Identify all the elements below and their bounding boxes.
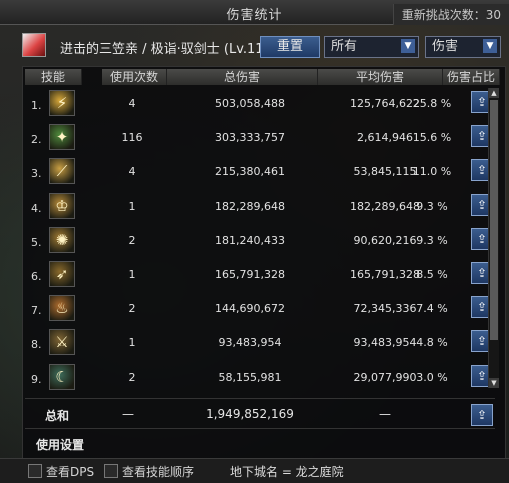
filter-select-value: 所有 bbox=[331, 39, 358, 54]
row-index: 8. bbox=[31, 338, 42, 352]
dungeon-name: 地下城名 = 龙之庭院 bbox=[230, 465, 344, 479]
sword-slash-icon: ⚡ bbox=[49, 90, 75, 116]
use-settings-label: 使用设置 bbox=[36, 438, 85, 452]
row-total-damage: 58,155,981 bbox=[218, 370, 282, 384]
divider bbox=[25, 428, 495, 429]
spin-blade-icon: ✺ bbox=[49, 226, 75, 253]
sword-icon: ⚔ bbox=[49, 329, 75, 356]
column-header-uses: 使用次数 bbox=[102, 69, 167, 85]
row-total-damage: 303,333,757 bbox=[215, 131, 285, 145]
check-dps-label: 查看DPS bbox=[46, 465, 95, 479]
chevron-down-icon: ▼ bbox=[401, 39, 415, 53]
row-uses: 2 bbox=[128, 302, 136, 316]
row-index: 9. bbox=[31, 372, 42, 386]
check-dps-checkbox[interactable] bbox=[28, 464, 42, 478]
table-row: 9. ☾ 2 58,155,981 29,077,990 3.0 % ⇪ bbox=[25, 362, 495, 398]
row-total-damage: 182,289,648 bbox=[215, 199, 285, 213]
blade-rain-icon: ⟋ bbox=[49, 158, 75, 185]
table-row: 6. ➶ 1 165,791,328 165,791,328 8.5 % ⇪ bbox=[25, 259, 495, 295]
rune-icon: ✦ bbox=[49, 124, 75, 151]
column-header-skill: 技能 bbox=[25, 69, 82, 85]
row-index: 6. bbox=[31, 270, 42, 283]
share-icon[interactable]: ⇪ bbox=[471, 404, 493, 426]
row-total-damage: 503,058,488 bbox=[215, 97, 285, 110]
row-uses: 4 bbox=[128, 97, 136, 110]
totals-avg: — bbox=[379, 407, 391, 421]
row-uses: 1 bbox=[128, 336, 136, 350]
row-index: 1. bbox=[31, 99, 42, 112]
row-uses: 2 bbox=[128, 233, 136, 247]
row-uses: 1 bbox=[128, 268, 136, 281]
crescent-icon: ☾ bbox=[49, 363, 75, 390]
table-header: 技能 使用次数 总伤害 平均伤害 伤害占比 bbox=[25, 69, 500, 85]
row-total-damage: 165,791,328 bbox=[215, 268, 285, 281]
row-total-damage: 93,483,954 bbox=[218, 336, 282, 350]
row-index: 4. bbox=[31, 201, 42, 215]
row-uses: 2 bbox=[128, 370, 136, 384]
row-total-damage: 215,380,461 bbox=[215, 165, 285, 179]
type-select-value: 伤害 bbox=[432, 39, 459, 54]
window-titlebar: 伤害统计 重新挑战次数：30 bbox=[0, 0, 509, 25]
table-row: 8. ⚔ 1 93,483,954 93,483,954 4.8 % ⇪ bbox=[25, 327, 495, 363]
type-select[interactable]: 伤害 ▼ bbox=[425, 36, 501, 58]
column-header-total: 总伤害 bbox=[167, 69, 318, 85]
row-index: 7. bbox=[31, 304, 42, 318]
table-row: 4. ♔ 1 182,289,648 182,289,648 9.3 % ⇪ bbox=[25, 191, 495, 227]
column-header-pct: 伤害占比 bbox=[443, 69, 500, 85]
chevron-down-icon: ▼ bbox=[483, 39, 497, 53]
row-index: 5. bbox=[31, 235, 42, 249]
row-uses: 116 bbox=[121, 131, 143, 145]
table-row: 5. ✺ 2 181,240,433 90,620,216 9.3 % ⇪ bbox=[25, 225, 495, 261]
row-total-damage: 181,240,433 bbox=[215, 233, 285, 247]
check-order-checkbox[interactable] bbox=[104, 464, 118, 478]
row-uses: 1 bbox=[128, 199, 136, 213]
row-index: 2. bbox=[31, 133, 42, 147]
check-order-label: 查看技能顺序 bbox=[122, 465, 195, 479]
totals-row: 总和 — 1,949,852,169 — ⇪ bbox=[25, 398, 495, 429]
row-index: 3. bbox=[31, 167, 42, 181]
bottom-bar: 查看DPS 查看技能顺序 地下城名 = 龙之庭院 bbox=[0, 458, 509, 483]
table-row: 3. ⟋ 4 215,380,461 53,845,115 11.0 % ⇪ bbox=[25, 156, 495, 192]
crown-blade-icon: ♔ bbox=[49, 192, 75, 219]
filter-select[interactable]: 所有 ▼ bbox=[324, 36, 419, 58]
table-row: 1. ⚡ 4 503,058,488 125,764,622 25.8 % ⇪ bbox=[25, 88, 495, 124]
totals-label: 总和 bbox=[45, 409, 70, 423]
thrust-icon: ➶ bbox=[49, 261, 75, 287]
reset-button[interactable]: 重置 bbox=[260, 36, 320, 58]
row-uses: 4 bbox=[128, 165, 136, 179]
column-header-avg: 平均伤害 bbox=[318, 69, 443, 85]
character-avatar bbox=[22, 33, 46, 57]
table-row: 2. ✦ 116 303,333,757 2,614,946 15.6 % ⇪ bbox=[25, 122, 495, 158]
flame-icon: ♨ bbox=[49, 295, 75, 322]
scrollbar[interactable]: ▲ ▼ bbox=[488, 88, 499, 388]
totals-uses: — bbox=[122, 407, 134, 421]
scroll-thumb[interactable] bbox=[490, 100, 498, 340]
table-row: 7. ♨ 2 144,690,672 72,345,336 7.4 % ⇪ bbox=[25, 293, 495, 329]
totals-total: 1,949,852,169 bbox=[206, 407, 294, 421]
retry-counter: 重新挑战次数：30 bbox=[392, 4, 509, 25]
character-name: 进击的三笠亲 / 极诣·驭剑士 (Lv.110) bbox=[60, 42, 277, 57]
header-bar: 进击的三笠亲 / 极诣·驭剑士 (Lv.110) 重置 所有 ▼ 伤害 ▼ bbox=[20, 30, 505, 62]
scroll-up-button[interactable]: ▲ bbox=[489, 88, 499, 98]
row-total-damage: 144,690,672 bbox=[215, 302, 285, 316]
scroll-down-button[interactable]: ▼ bbox=[489, 378, 499, 388]
